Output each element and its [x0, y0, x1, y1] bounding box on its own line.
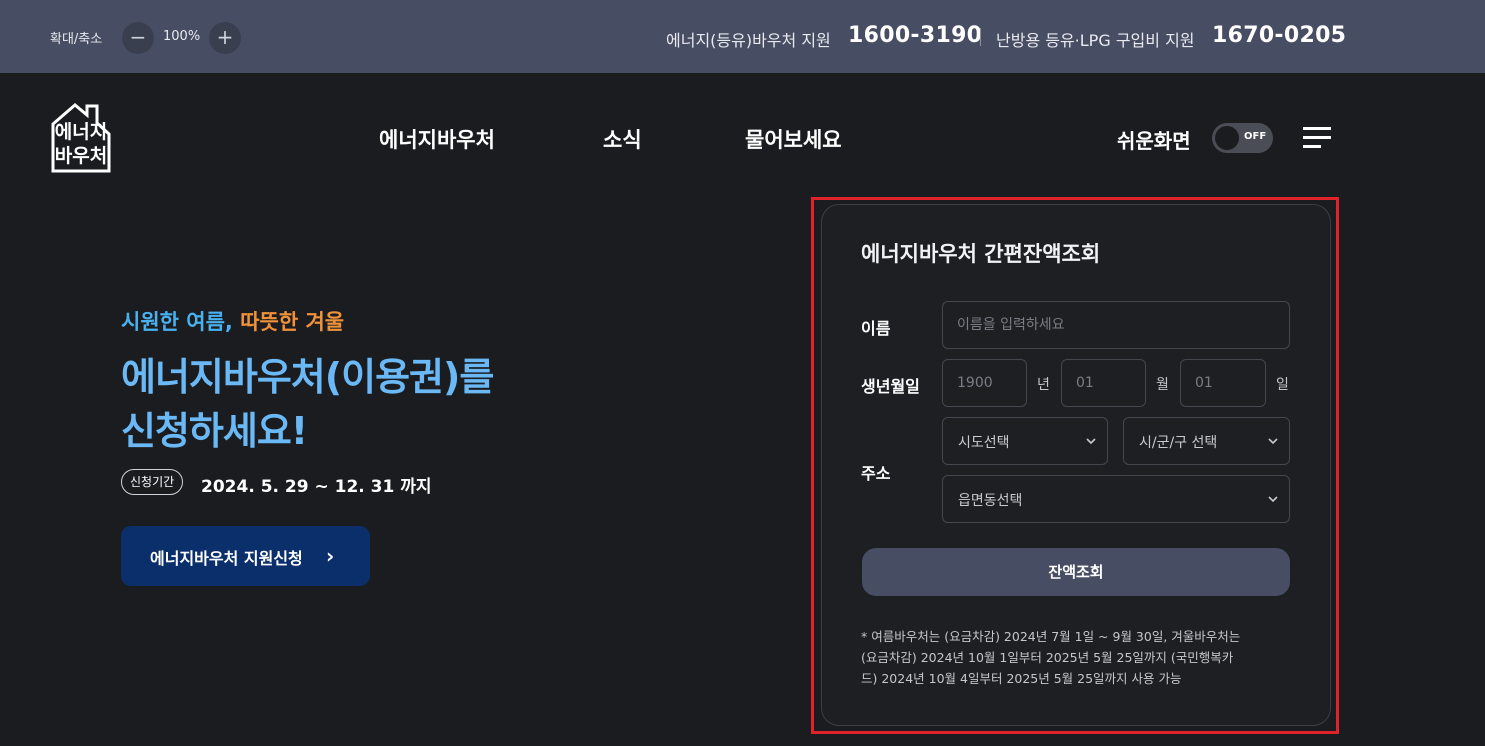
toggle-state: OFF: [1244, 131, 1267, 142]
site-logo[interactable]: 에너지 바우처: [51, 102, 111, 173]
zoom-value: 100%: [163, 29, 201, 44]
name-input[interactable]: [942, 301, 1290, 349]
note-line-3: 드) 2024년 10월 4일부터 2025년 5월 25일까지 사용 가능: [861, 671, 1182, 686]
birth-year-input[interactable]: [942, 359, 1027, 407]
chevron-right-icon: ›: [326, 544, 335, 568]
day-unit: 일: [1276, 377, 1289, 393]
period-dates: 2024. 5. 29 ~ 12. 31 까지: [201, 477, 432, 497]
top-utility-bar: 확대/축소 − 100% + 에너지(등유)바우처 지원 1600-3190 난…: [0, 0, 1485, 73]
easy-mode-label: 쉬운화면: [1117, 129, 1191, 153]
chevron-down-icon: [1268, 438, 1278, 445]
note-line-2: (요금차감) 2024년 10월 1일부터 2025년 5월 25일까지 (국민…: [861, 650, 1234, 665]
hero-tagline: 시원한 여름, 따뜻한 겨울: [121, 306, 344, 336]
balance-search-button[interactable]: 잔액조회: [862, 548, 1290, 596]
chevron-down-icon: [1086, 438, 1096, 445]
easy-mode-toggle[interactable]: OFF: [1212, 123, 1273, 153]
eupmyeondong-select-value: 읍면동선택: [958, 493, 1023, 509]
toggle-knob: [1215, 126, 1239, 150]
address-label: 주소: [861, 464, 891, 483]
nav-faq[interactable]: 물어보세요: [745, 124, 842, 154]
birth-month-input[interactable]: [1061, 359, 1146, 407]
name-label: 이름: [861, 319, 891, 338]
hotline-lpg-number[interactable]: 1670-0205: [1212, 23, 1346, 48]
month-unit: 월: [1156, 377, 1169, 393]
balance-panel-title: 에너지바우처 간편잔액조회: [861, 242, 1101, 266]
period-badge: 신청기간: [121, 469, 184, 495]
birthdate-label: 생년월일: [861, 377, 920, 396]
hotline-kerosene-number[interactable]: 1600-3190: [848, 23, 982, 48]
birth-day-input[interactable]: [1180, 359, 1266, 407]
note-line-1: * 여름바우처는 (요금차감) 2024년 7월 1일 ~ 9월 30일, 겨울…: [861, 629, 1241, 644]
chevron-down-icon: [1268, 496, 1278, 503]
hotline-divider: [980, 28, 981, 46]
eupmyeondong-select[interactable]: 읍면동선택: [942, 475, 1290, 523]
logo-line-1: 에너지: [54, 121, 108, 143]
sigungu-select-value: 시/군/구 선택: [1139, 435, 1218, 451]
nav-energy-voucher[interactable]: 에너지바우처: [379, 124, 495, 154]
hero-title: 에너지바우처(이용권)를 신청하세요!: [121, 350, 494, 458]
apply-button-label: 에너지바우처 지원신청: [150, 549, 303, 568]
logo-line-2: 바우처: [54, 145, 108, 167]
sido-select-value: 시도선택: [958, 435, 1010, 451]
zoom-in-button[interactable]: +: [209, 22, 241, 54]
tagline-winter: 따뜻한 겨울: [240, 310, 345, 334]
hotline-lpg-label: 난방용 등유·LPG 구입비 지원: [996, 31, 1195, 50]
usage-period-note: * 여름바우처는 (요금차감) 2024년 7월 1일 ~ 9월 30일, 겨울…: [861, 626, 1289, 689]
sido-select[interactable]: 시도선택: [942, 417, 1108, 465]
apply-button[interactable]: 에너지바우처 지원신청 ›: [121, 526, 370, 586]
tagline-summer: 시원한 여름,: [121, 310, 233, 334]
menu-icon[interactable]: [1303, 127, 1331, 149]
year-unit: 년: [1037, 377, 1050, 393]
nav-news[interactable]: 소식: [603, 124, 642, 154]
hotline-kerosene-label: 에너지(등유)바우처 지원: [666, 31, 831, 50]
hero-title-line-2: 신청하세요!: [121, 409, 308, 453]
sigungu-select[interactable]: 시/군/구 선택: [1123, 417, 1290, 465]
hero-title-line-1: 에너지바우처(이용권)를: [121, 355, 494, 399]
zoom-out-button[interactable]: −: [122, 22, 154, 54]
zoom-label: 확대/축소: [50, 32, 103, 47]
